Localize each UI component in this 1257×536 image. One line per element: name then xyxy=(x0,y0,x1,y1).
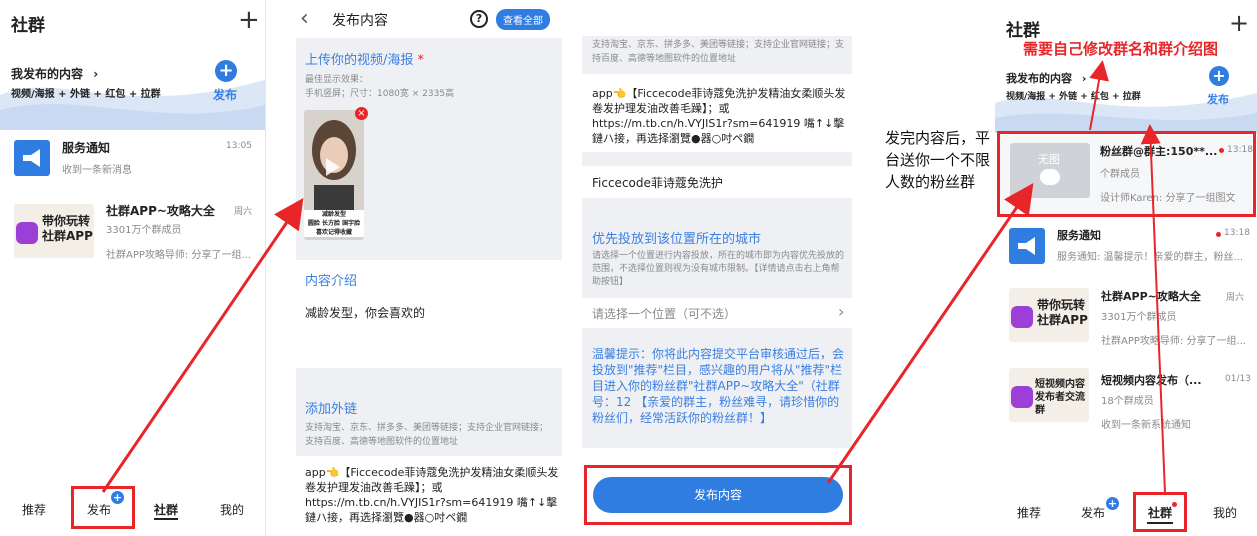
arrow-edit-hint-to-group xyxy=(1089,60,1109,131)
arrow-to-upload xyxy=(101,198,304,493)
annotation-arrows xyxy=(101,60,1166,494)
arrow-to-fans-group xyxy=(826,183,1034,484)
arrow-to-edit-hint xyxy=(1140,124,1166,494)
